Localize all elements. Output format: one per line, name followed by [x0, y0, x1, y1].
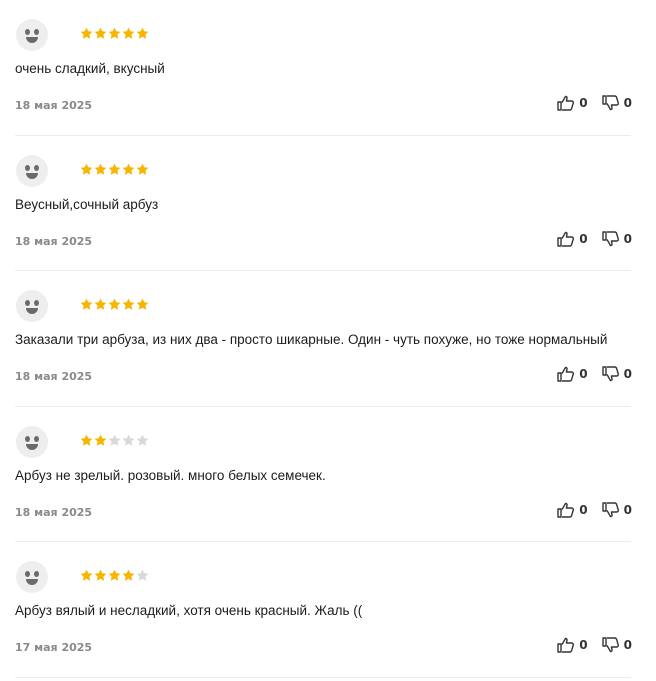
- like-count: 0: [579, 638, 588, 652]
- like-button[interactable]: 0: [557, 366, 588, 382]
- review-item: Веусный,сочный арбуз 18 мая 2025 0 0: [0, 136, 656, 272]
- like-count: 0: [579, 96, 588, 110]
- star-filled-icon: [80, 27, 93, 40]
- like-count: 0: [579, 367, 588, 381]
- review-item: Арбуз вялый и несладкий, хотя очень крас…: [0, 542, 656, 678]
- dislike-count: 0: [623, 367, 632, 381]
- like-button[interactable]: 0: [557, 502, 588, 518]
- star-filled-icon: [80, 569, 93, 582]
- star-filled-icon: [136, 163, 149, 176]
- review-text: очень сладкий, вкусный: [15, 61, 165, 76]
- star-empty-icon: [108, 434, 121, 447]
- review-date: 18 мая 2025: [15, 99, 93, 112]
- like-count: 0: [579, 231, 588, 246]
- dislike-button[interactable]: 0: [601, 95, 632, 111]
- thumbs-down-icon: [601, 95, 620, 111]
- star-empty-icon: [122, 434, 135, 447]
- thumbs-down-icon: [601, 637, 620, 653]
- review-text: Заказали три арбуза, из них два - просто…: [15, 332, 608, 347]
- review-votes: 0 0: [557, 501, 632, 518]
- review-date: 17 мая 2025: [15, 641, 93, 654]
- dislike-count: 0: [623, 638, 632, 652]
- star-filled-icon: [94, 569, 107, 582]
- thumbs-down-icon: [601, 501, 620, 518]
- star-filled-icon: [80, 163, 93, 176]
- rating-stars: [80, 27, 149, 40]
- thumbs-down-icon: [601, 230, 620, 247]
- avatar: [16, 290, 48, 322]
- dislike-count: 0: [623, 502, 632, 517]
- review-item: Заказали три арбуза, из них два - просто…: [0, 271, 656, 407]
- review-text: Арбуз вялый и несладкий, хотя очень крас…: [15, 603, 363, 618]
- like-button[interactable]: 0: [557, 95, 588, 111]
- like-count: 0: [579, 502, 588, 517]
- star-filled-icon: [108, 27, 121, 40]
- star-filled-icon: [122, 298, 135, 311]
- like-button[interactable]: 0: [557, 637, 588, 653]
- review-text: Веусный,сочный арбуз: [15, 196, 159, 212]
- avatar: [16, 425, 48, 458]
- star-empty-icon: [136, 434, 149, 447]
- star-filled-icon: [94, 163, 107, 176]
- dislike-count: 0: [623, 96, 632, 110]
- rating-stars: [80, 434, 149, 447]
- like-button[interactable]: 0: [557, 231, 588, 247]
- dislike-button[interactable]: 0: [601, 637, 632, 653]
- star-filled-icon: [136, 298, 149, 311]
- star-filled-icon: [94, 27, 107, 40]
- thumbs-down-icon: [601, 366, 620, 382]
- thumbs-up-icon: [557, 95, 575, 111]
- review-date: 18 мая 2025: [15, 370, 93, 383]
- review-votes: 0 0: [557, 230, 632, 247]
- thumbs-up-icon: [557, 231, 575, 247]
- review-date: 18 мая 2025: [15, 234, 93, 248]
- star-filled-icon: [108, 163, 121, 176]
- dislike-button[interactable]: 0: [601, 230, 632, 247]
- star-filled-icon: [122, 569, 135, 582]
- review-votes: 0 0: [557, 637, 632, 653]
- dislike-button[interactable]: 0: [601, 501, 632, 518]
- review-date: 18 мая 2025: [15, 505, 93, 519]
- review-item: Арбуз не зрелый. розовый. много белых се…: [0, 407, 656, 543]
- rating-stars: [80, 569, 149, 582]
- star-filled-icon: [94, 434, 107, 447]
- review-votes: 0 0: [557, 366, 632, 382]
- review-votes: 0 0: [557, 95, 632, 111]
- thumbs-up-icon: [557, 637, 575, 653]
- thumbs-up-icon: [557, 502, 575, 518]
- dislike-count: 0: [623, 231, 632, 246]
- star-filled-icon: [108, 298, 121, 311]
- thumbs-up-icon: [557, 366, 575, 382]
- star-filled-icon: [122, 163, 135, 176]
- rating-stars: [80, 298, 149, 311]
- star-filled-icon: [94, 298, 107, 311]
- avatar: [16, 19, 48, 51]
- avatar: [16, 154, 48, 187]
- star-empty-icon: [136, 569, 149, 582]
- rating-stars: [80, 163, 149, 176]
- star-filled-icon: [136, 27, 149, 40]
- star-filled-icon: [80, 434, 93, 447]
- review-text: Арбуз не зрелый. розовый. много белых се…: [15, 467, 326, 483]
- avatar: [16, 561, 48, 593]
- star-filled-icon: [122, 27, 135, 40]
- star-filled-icon: [80, 298, 93, 311]
- review-item: очень сладкий, вкусный 18 мая 2025 0 0: [0, 0, 656, 136]
- dislike-button[interactable]: 0: [601, 366, 632, 382]
- reviews-list: очень сладкий, вкусный 18 мая 2025 0 0 В…: [0, 0, 656, 678]
- star-filled-icon: [108, 569, 121, 582]
